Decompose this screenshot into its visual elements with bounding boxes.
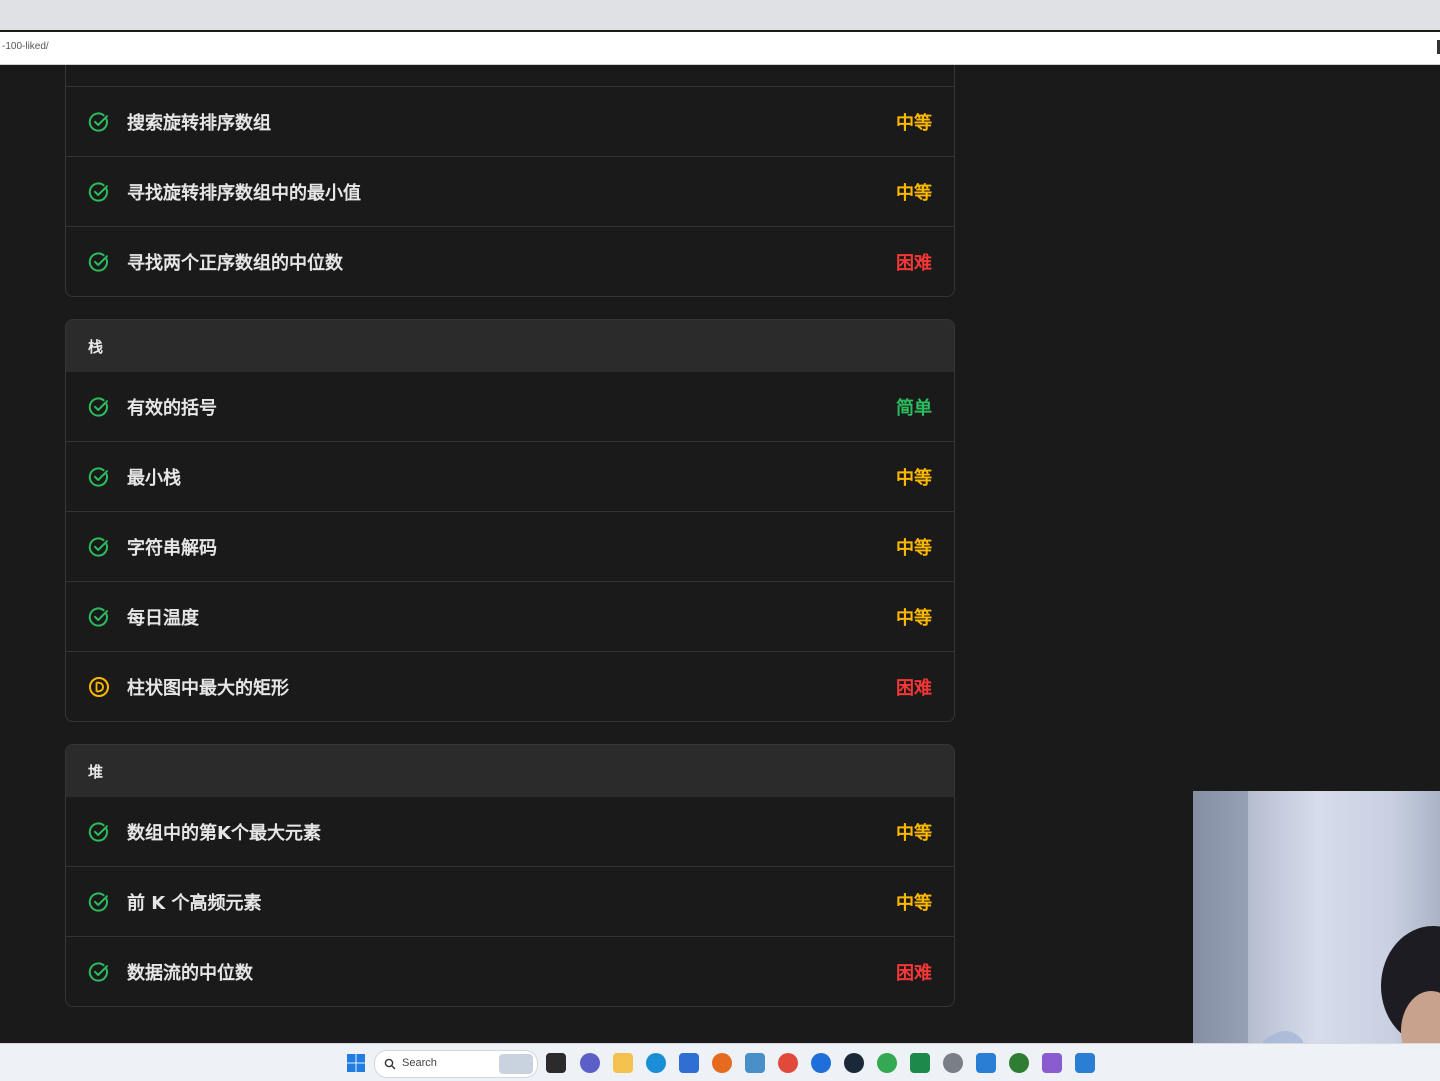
snipping-tool-icon[interactable]: [1042, 1053, 1062, 1073]
solved-check-icon: [88, 466, 110, 488]
problem-row[interactable]: 数组中的第K个最大元素 中等: [66, 797, 954, 866]
chrome-icon[interactable]: [778, 1053, 798, 1073]
problem-list: 在排序数组中查找元素的第一个和最后一个位置中等搜索旋转排序数组中等寻找旋转排序数…: [65, 65, 955, 1029]
media-icon[interactable]: [811, 1053, 831, 1073]
edge-icon[interactable]: [646, 1053, 666, 1073]
problem-section-card: 堆数组中的第K个最大元素 中等前 K 个高频元素 中等 数据流的中位数 困难: [65, 744, 955, 1007]
problem-title[interactable]: 搜索旋转排序数组: [127, 109, 896, 135]
section-header: 栈: [66, 320, 954, 372]
solved-check-icon: [88, 961, 110, 983]
difficulty-badge: 中等: [896, 467, 932, 489]
problem-title[interactable]: 数据流的中位数: [127, 959, 896, 985]
difficulty-badge: 中等: [896, 537, 932, 559]
problem-row[interactable]: 柱状图中最大的矩形 困难: [66, 651, 954, 721]
problem-row[interactable]: 寻找旋转排序数组中的最小值 中等: [66, 156, 954, 226]
difficulty-badge: 中等: [896, 892, 932, 914]
problem-title[interactable]: 数组中的第K个最大元素: [127, 819, 896, 845]
solved-check-icon: [88, 111, 110, 133]
store-icon[interactable]: [679, 1053, 699, 1073]
attempted-status-icon: [88, 676, 110, 698]
difficulty-badge: 中等: [896, 822, 932, 844]
file-explorer-icon[interactable]: [613, 1053, 633, 1073]
solved-check-icon: [88, 821, 110, 843]
chrome-alt-icon[interactable]: [877, 1053, 897, 1073]
solved-check-icon: [88, 396, 110, 418]
settings-icon[interactable]: [943, 1053, 963, 1073]
url-text[interactable]: -100-liked/: [2, 41, 49, 52]
problem-section-card: 栈有效的括号 简单 最小栈 中等 字符串解码 中等 每日温度 中等 柱状图中最大的矩形 困难: [65, 319, 955, 722]
difficulty-badge: 简单: [896, 397, 932, 419]
difficulty-badge: 中等: [896, 607, 932, 629]
problem-title[interactable]: 寻找两个正序数组的中位数: [127, 249, 896, 275]
problem-title[interactable]: 有效的括号: [127, 394, 896, 420]
search-highlight-icon: [499, 1054, 533, 1074]
solved-check-icon: [88, 181, 110, 203]
browser-tab-strip: [0, 0, 1440, 30]
problem-title[interactable]: 寻找旋转排序数组中的最小值: [127, 179, 896, 205]
chat-icon[interactable]: [580, 1053, 600, 1073]
problem-row[interactable]: 寻找两个正序数组的中位数 困难: [66, 226, 954, 296]
problem-title[interactable]: 最小栈: [127, 464, 896, 490]
solved-check-icon: [88, 891, 110, 913]
firefox-icon[interactable]: [712, 1053, 732, 1073]
vscode-icon[interactable]: [976, 1053, 996, 1073]
address-bar[interactable]: -100-liked/: [0, 32, 1440, 65]
difficulty-badge: 困难: [896, 677, 932, 699]
difficulty-badge: 中等: [896, 182, 932, 204]
steam-icon[interactable]: [844, 1053, 864, 1073]
problem-row[interactable]: 有效的括号 简单: [66, 372, 954, 441]
problem-title[interactable]: 柱状图中最大的矩形: [127, 674, 896, 700]
excel-icon[interactable]: [910, 1053, 930, 1073]
xbox-icon[interactable]: [1009, 1053, 1029, 1073]
problem-title[interactable]: 每日温度: [127, 604, 896, 630]
taskbar-search-box[interactable]: Search: [374, 1050, 538, 1078]
photos-icon[interactable]: [745, 1053, 765, 1073]
problem-row[interactable]: 最小栈 中等: [66, 441, 954, 511]
problem-section-card: 在排序数组中查找元素的第一个和最后一个位置中等搜索旋转排序数组中等寻找旋转排序数…: [65, 65, 955, 297]
problem-title[interactable]: 字符串解码: [127, 534, 896, 560]
problem-row[interactable]: 数据流的中位数 困难: [66, 936, 954, 1006]
difficulty-badge: 困难: [896, 252, 932, 274]
difficulty-badge: 中等: [896, 112, 932, 134]
taskbar: Search: [0, 1043, 1440, 1081]
windows-start-icon[interactable]: [346, 1053, 366, 1073]
problem-row[interactable]: 每日温度 中等: [66, 581, 954, 651]
problem-row[interactable]: 前 K 个高频元素 中等: [66, 866, 954, 936]
task-view-icon[interactable]: [546, 1053, 566, 1073]
problem-row[interactable]: 搜索旋转排序数组 中等: [66, 86, 954, 156]
problem-row[interactable]: 字符串解码 中等: [66, 511, 954, 581]
section-header: 堆: [66, 745, 954, 797]
remote-desktop-icon[interactable]: [1075, 1053, 1095, 1073]
search-icon: [384, 1058, 396, 1070]
solved-check-icon: [88, 251, 110, 273]
solved-check-icon: [88, 536, 110, 558]
difficulty-badge: 困难: [896, 962, 932, 984]
search-placeholder: Search: [402, 1057, 437, 1069]
webcam-overlay: [1193, 791, 1440, 1080]
problem-row[interactable]: 在排序数组中查找元素的第一个和最后一个位置中等: [66, 65, 954, 86]
solved-check-icon: [88, 606, 110, 628]
problem-title[interactable]: 前 K 个高频元素: [127, 889, 896, 915]
webcam-feed: [1193, 791, 1440, 1080]
